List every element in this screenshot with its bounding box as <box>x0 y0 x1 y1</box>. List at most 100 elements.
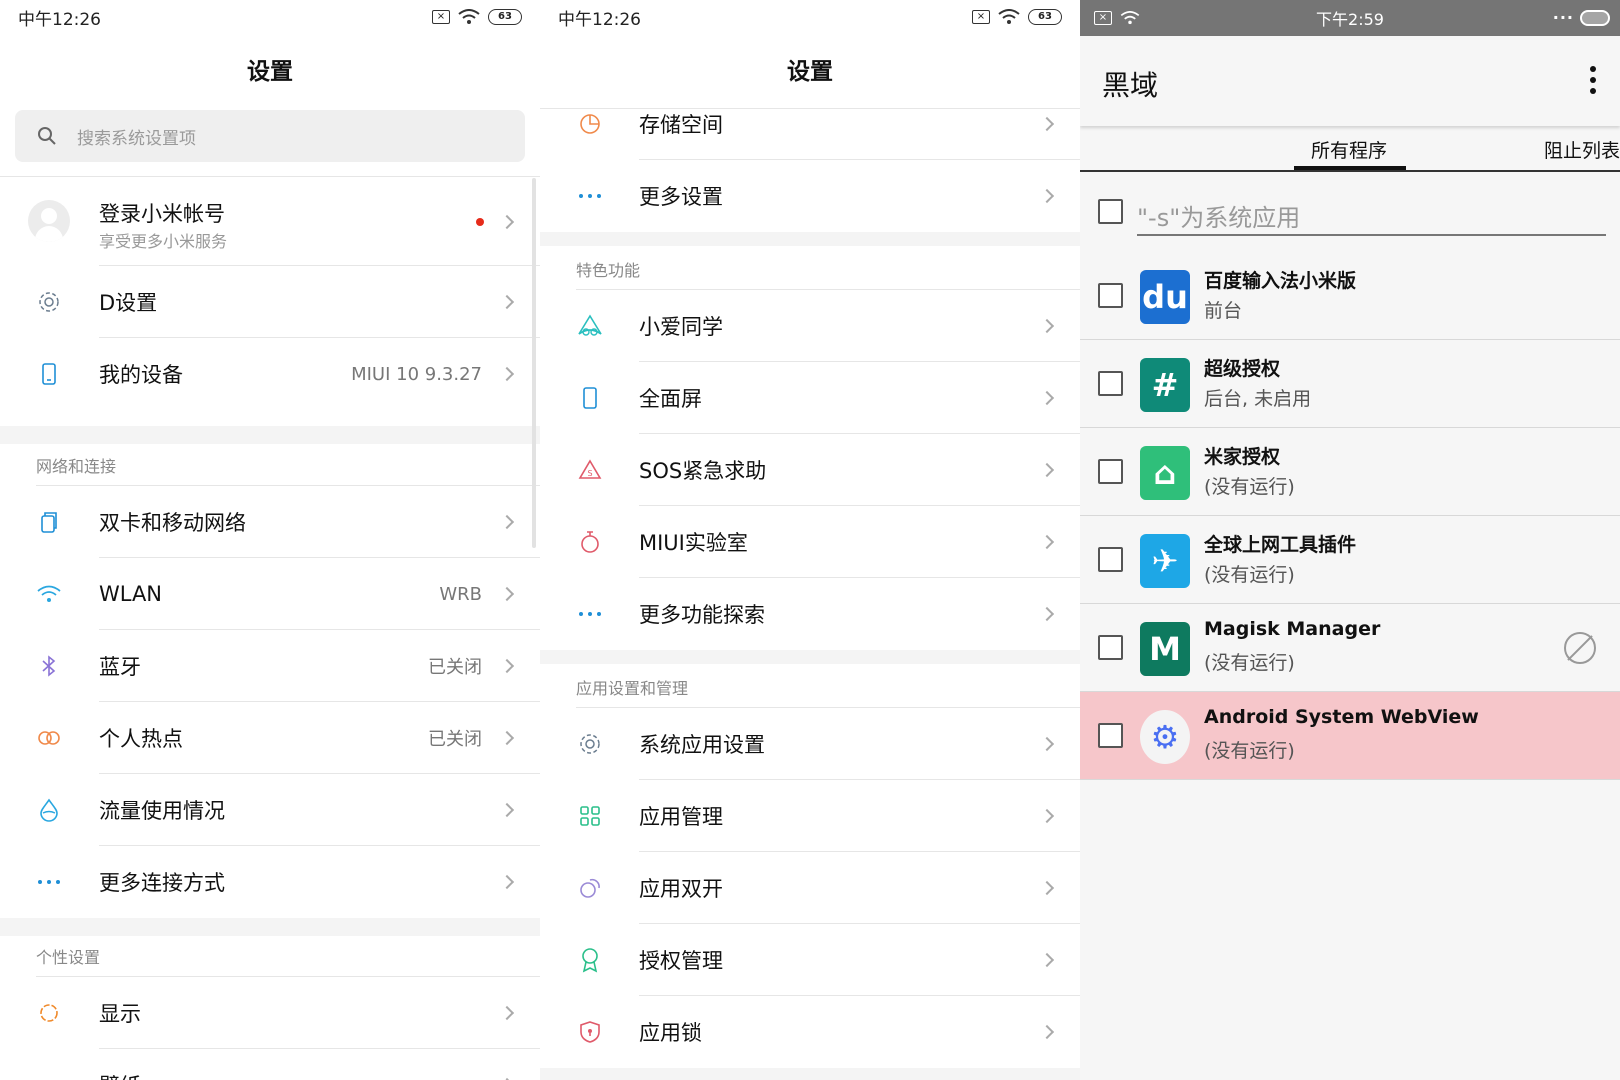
tab-indicator <box>1294 166 1406 170</box>
app-checkbox[interactable] <box>1098 459 1123 484</box>
settings-row-storage[interactable]: 存储空间 <box>540 88 1080 160</box>
row-label: 系统应用设置 <box>639 733 765 757</box>
app-checkbox[interactable] <box>1098 635 1123 660</box>
settings-row-data-usage[interactable]: 流量使用情况 <box>0 774 540 846</box>
app-name: Android System WebView <box>1204 706 1479 728</box>
account-login-row[interactable]: 登录小米帐号 享受更多小米服务 <box>0 178 540 266</box>
chevron-right-icon <box>499 214 515 230</box>
row-label: 全面屏 <box>639 387 702 411</box>
chevron-right-icon <box>1039 808 1055 824</box>
row-label: 壁纸 <box>99 1070 141 1080</box>
row-label: 流量使用情况 <box>99 799 225 823</box>
settings-row-bluetooth[interactable]: 蓝牙 已关闭 <box>0 630 540 702</box>
status-bar: 中午12:26 × 63 <box>0 0 540 34</box>
row-label: 显示 <box>99 1002 141 1026</box>
settings-row-xiaoai[interactable]: 小爱同学 <box>540 290 1080 362</box>
row-label: 更多连接方式 <box>99 871 225 895</box>
app-checkbox[interactable] <box>1098 723 1123 748</box>
wallpaper-icon <box>36 1072 62 1080</box>
sim-icon <box>36 509 62 535</box>
app-list-item[interactable]: ⚙ Android System WebView (没有运行) <box>1080 692 1620 780</box>
fullscreen-icon <box>577 385 603 411</box>
status-time: 中午12:26 <box>18 9 101 30</box>
search-input[interactable]: 搜索系统设置项 <box>15 110 525 162</box>
status-time: 下午2:59 <box>1316 10 1384 29</box>
battery-icon: 63 <box>1028 9 1062 25</box>
settings-row-hotspot[interactable]: 个人热点 已关闭 <box>0 702 540 774</box>
app-status: 前台 <box>1204 300 1243 322</box>
settings-row-system-apps[interactable]: 系统应用设置 <box>540 708 1080 780</box>
settings-row-d[interactable]: D设置 <box>0 266 540 338</box>
row-label: MIUI实验室 <box>639 531 748 555</box>
row-label: 授权管理 <box>639 949 723 973</box>
more-dots-icon <box>577 601 603 627</box>
more-dots-icon <box>577 183 603 209</box>
phone-icon <box>36 361 62 387</box>
scrollbar[interactable] <box>532 178 536 548</box>
app-title: 黑域 <box>1102 69 1159 102</box>
select-all-checkbox[interactable] <box>1098 199 1123 224</box>
settings-row-fullscreen[interactable]: 全面屏 <box>540 362 1080 434</box>
sos-icon: S <box>577 457 603 483</box>
app-checkbox[interactable] <box>1098 283 1123 308</box>
chevron-right-icon <box>1039 606 1055 622</box>
app-list-item[interactable]: ✈ 全球上网工具插件 (没有运行) <box>1080 516 1620 604</box>
more-options-icon[interactable] <box>1590 66 1596 94</box>
settings-row-permissions[interactable]: 授权管理 <box>540 924 1080 996</box>
settings-row-more-features[interactable]: 更多功能探索 <box>540 578 1080 650</box>
app-status: (没有运行) <box>1204 564 1295 586</box>
settings-row-app-lock[interactable]: 应用锁 <box>540 996 1080 1068</box>
brightness-icon <box>36 1000 62 1026</box>
gear-icon <box>36 289 62 315</box>
app-logo-icon: M <box>1140 622 1190 676</box>
row-label: 蓝牙 <box>99 655 141 679</box>
settings-row-more-settings[interactable]: 更多设置 <box>540 160 1080 232</box>
app-status: 后台, 未启用 <box>1204 388 1312 410</box>
data-usage-icon <box>36 797 62 823</box>
chevron-right-icon <box>1039 880 1055 896</box>
settings-row-wlan[interactable]: WLAN WRB <box>0 558 540 630</box>
settings-row-miui-lab[interactable]: MIUI实验室 <box>540 506 1080 578</box>
settings-row-dual-apps[interactable]: 应用双开 <box>540 852 1080 924</box>
settings-row-sos[interactable]: S SOS紧急求助 <box>540 434 1080 506</box>
section-divider <box>540 650 1080 664</box>
settings-row-sim[interactable]: 双卡和移动网络 <box>0 486 540 558</box>
app-bar: 黑域 <box>1080 36 1620 126</box>
settings-row-my-device[interactable]: 我的设备 MIUI 10 9.3.27 <box>0 338 540 410</box>
row-label: 小爱同学 <box>639 315 723 339</box>
more-dots-icon <box>36 869 62 895</box>
settings-row-more-connections[interactable]: 更多连接方式 <box>0 846 540 918</box>
grid-icon <box>577 803 603 829</box>
tab-block-list[interactable]: 阻止列表 <box>1544 136 1620 163</box>
wifi-status-icon <box>458 9 480 24</box>
app-checkbox[interactable] <box>1098 371 1123 396</box>
chevron-right-icon <box>499 294 515 310</box>
shield-lock-icon <box>577 1019 603 1045</box>
filter-input[interactable]: "-s"为系统应用 <box>1137 198 1300 233</box>
chevron-right-icon <box>1039 952 1055 968</box>
dual-app-icon <box>577 875 603 901</box>
filter-underline <box>1137 234 1606 236</box>
app-list-item[interactable]: ⌂ 米家授权 (没有运行) <box>1080 428 1620 516</box>
app-checkbox[interactable] <box>1098 547 1123 572</box>
row-label: D设置 <box>99 291 158 315</box>
app-list-item[interactable]: du 百度输入法小米版 前台 <box>1080 252 1620 340</box>
battery-icon <box>1580 10 1610 26</box>
app-logo-icon: ⌂ <box>1140 446 1190 500</box>
chevron-right-icon <box>499 586 515 602</box>
battery-icon: 63 <box>488 9 522 25</box>
app-list-item[interactable]: M Magisk Manager (没有运行) <box>1080 604 1620 692</box>
app-name: 全球上网工具插件 <box>1204 534 1357 556</box>
chevron-right-icon <box>1039 462 1055 478</box>
settings-row-app-management[interactable]: 应用管理 <box>540 780 1080 852</box>
row-label: 我的设备 <box>99 363 183 387</box>
settings-row-wallpaper[interactable]: 壁纸 <box>0 1049 540 1080</box>
section-header-personal: 个性设置 <box>36 948 101 967</box>
settings-row-display[interactable]: 显示 <box>0 977 540 1049</box>
app-list-item[interactable]: # 超级授权 后台, 未启用 <box>1080 340 1620 428</box>
row-label: 更多设置 <box>639 185 723 209</box>
tab-all-apps[interactable]: 所有程序 <box>1311 136 1387 163</box>
chevron-right-icon <box>499 730 515 746</box>
wifi-icon <box>36 581 62 607</box>
app-logo-icon: ✈ <box>1140 534 1190 588</box>
